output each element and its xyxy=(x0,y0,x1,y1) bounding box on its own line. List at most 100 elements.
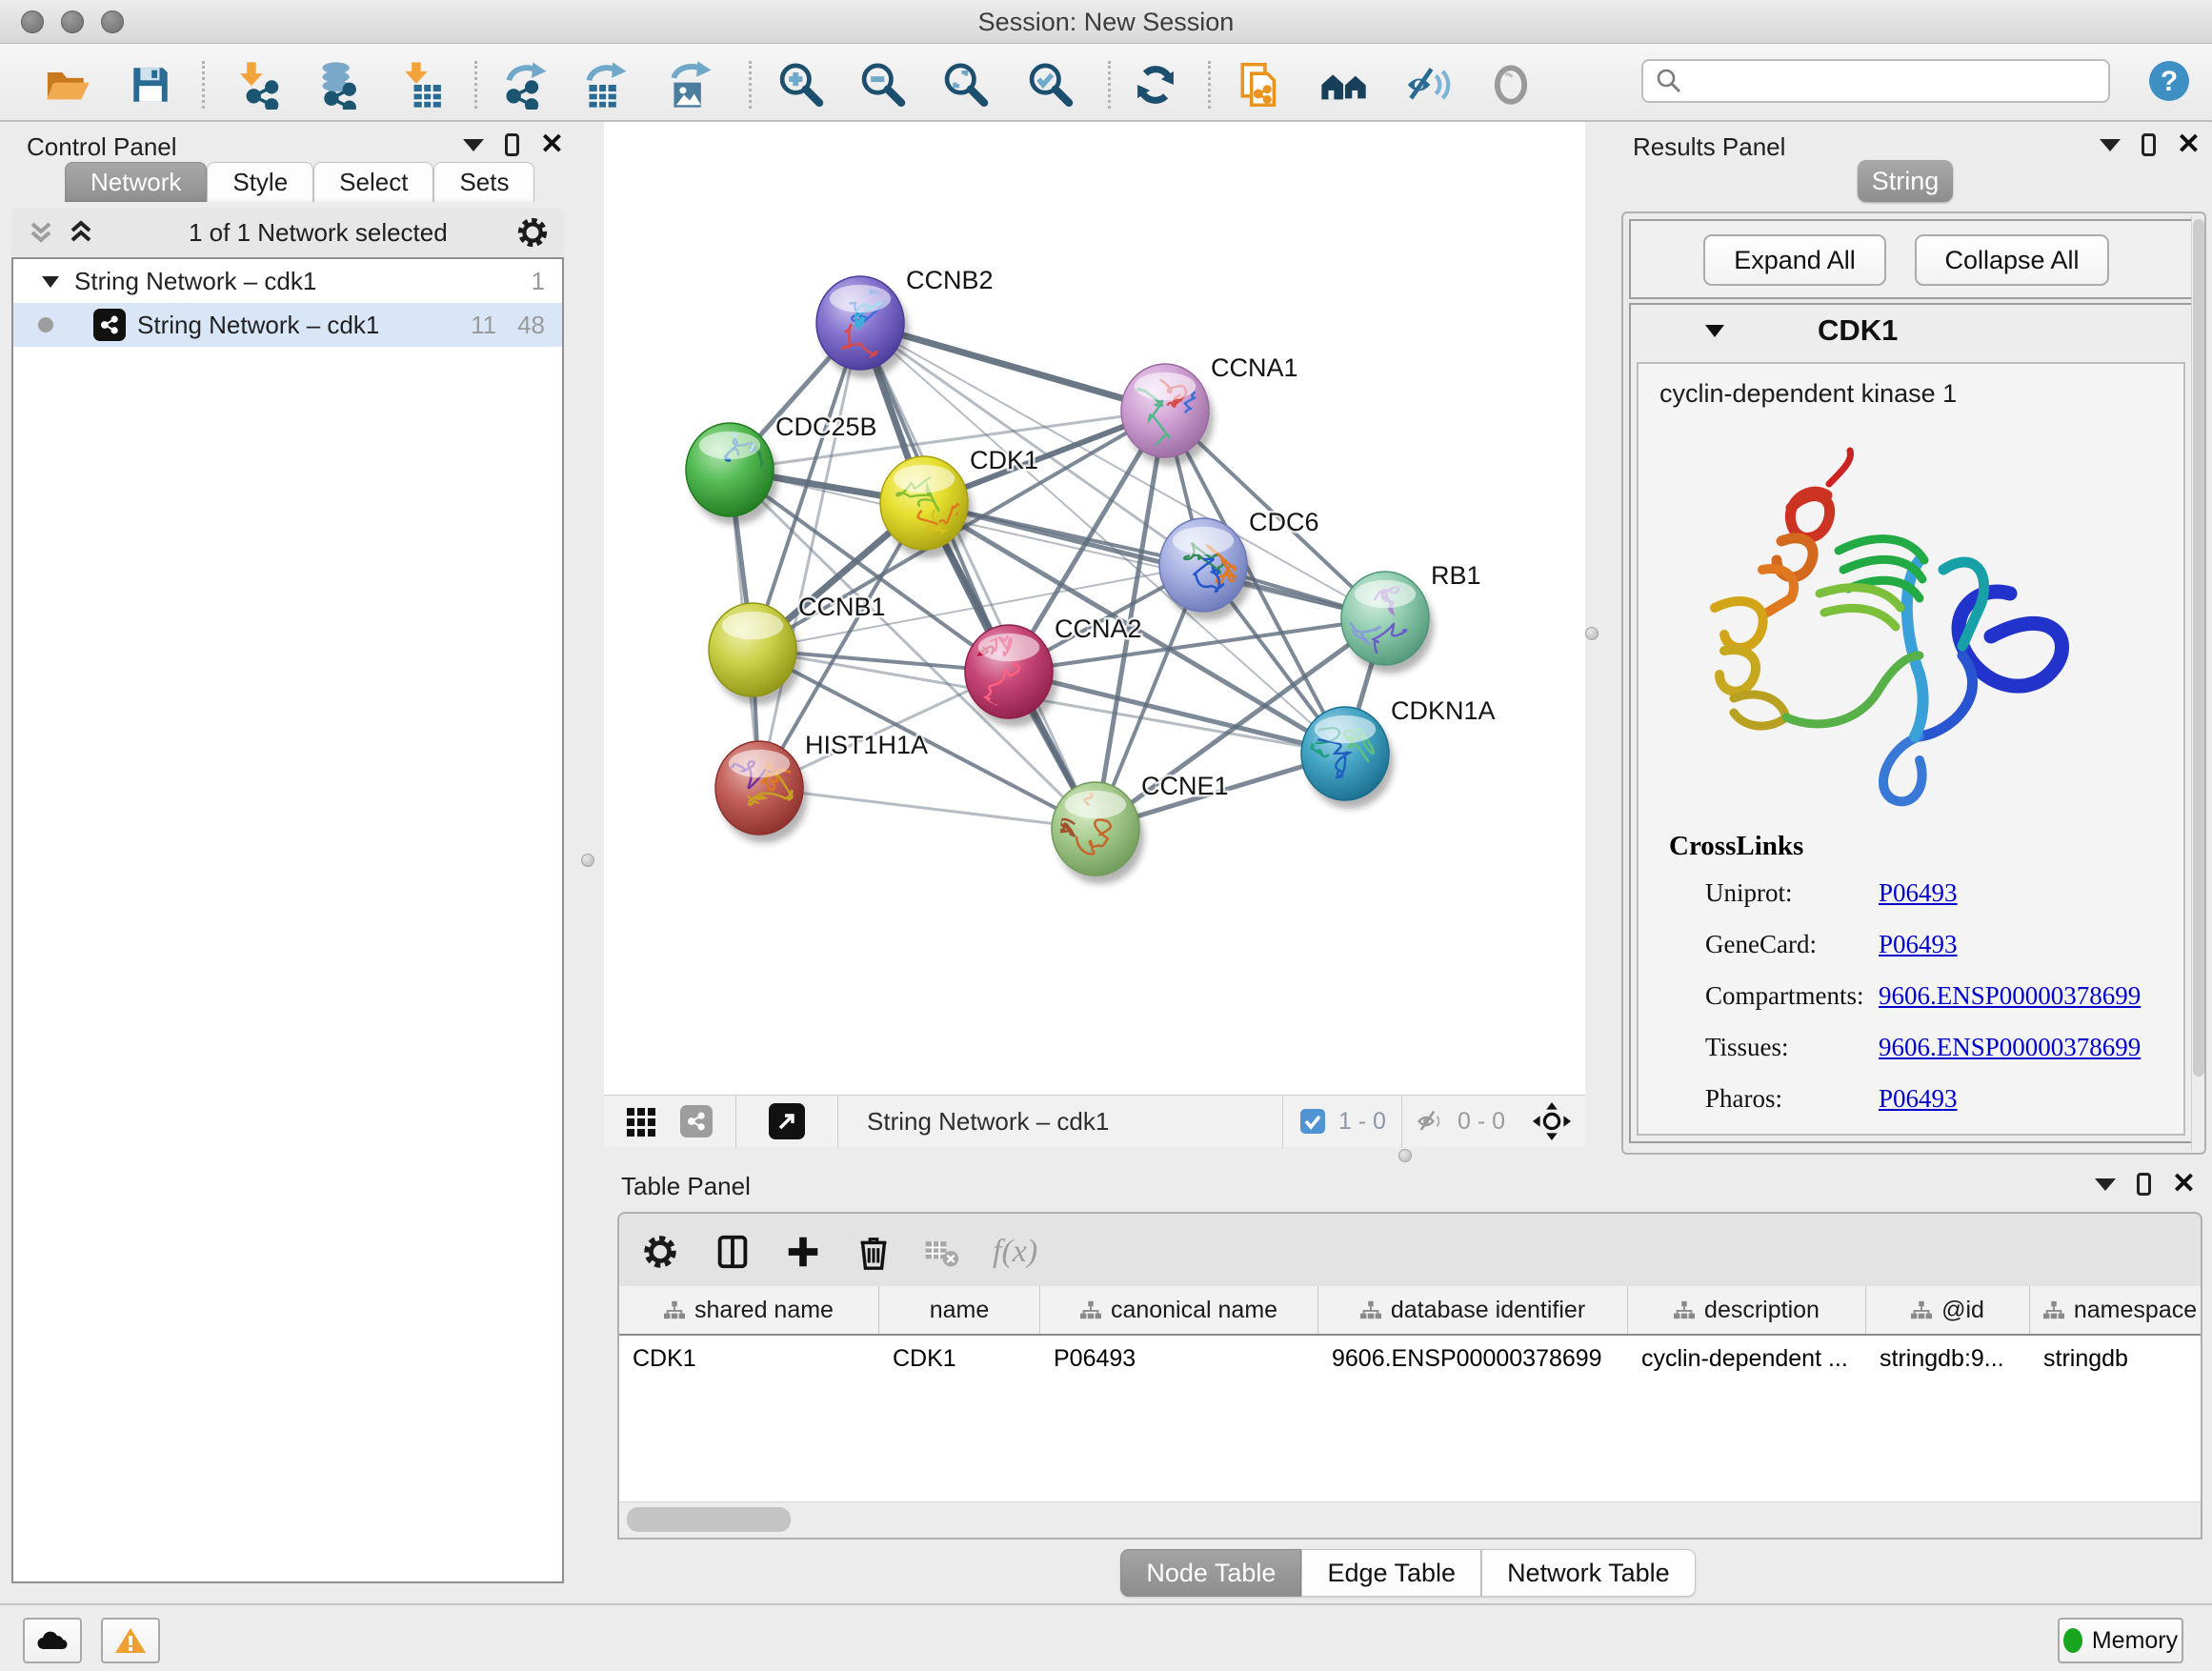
selected-count: 1 - 0 xyxy=(1338,1108,1386,1136)
home-layout-icon[interactable] xyxy=(1317,58,1371,111)
panel-float-icon[interactable] xyxy=(505,133,519,156)
panel-close-icon[interactable]: ✕ xyxy=(2172,1173,2196,1196)
panel-menu-icon[interactable] xyxy=(2100,139,2121,151)
results-scrollbar[interactable] xyxy=(2191,215,2204,1151)
zoom-selected-icon[interactable] xyxy=(1023,58,1076,111)
panel-close-icon[interactable]: ✕ xyxy=(540,133,564,156)
zoom-fit-icon[interactable] xyxy=(938,58,992,111)
table-cell[interactable]: cyclin-dependent ... xyxy=(1628,1336,1866,1381)
table-cell[interactable]: 9606.ENSP00000378699 xyxy=(1318,1336,1628,1381)
crosslink-link[interactable]: P06493 xyxy=(1879,930,1958,981)
column-header-database-identifier[interactable]: database identifier xyxy=(1318,1286,1628,1334)
export-image-icon[interactable] xyxy=(663,58,716,111)
fit-selected-crosshair-icon[interactable] xyxy=(1532,1101,1572,1141)
save-session-icon[interactable] xyxy=(124,58,177,111)
tab-sets[interactable]: Sets xyxy=(433,162,534,202)
table-cell[interactable]: CDK1 xyxy=(879,1336,1040,1381)
table-cell[interactable]: CDK1 xyxy=(619,1336,879,1381)
column-header-description[interactable]: description xyxy=(1628,1286,1866,1334)
tab-node-table[interactable]: Node Table xyxy=(1120,1549,1301,1597)
tab-network[interactable]: Network xyxy=(65,162,207,202)
network-collection-row[interactable]: String Network – cdk1 1 xyxy=(13,259,562,303)
tab-style[interactable]: Style xyxy=(207,162,313,202)
crosslink-link[interactable]: P06493 xyxy=(1879,878,1958,930)
node-HIST1H1A[interactable]: HIST1H1A xyxy=(714,731,928,843)
network-snapshot-icon[interactable] xyxy=(1233,58,1286,111)
hide-selected-icon[interactable] xyxy=(1401,58,1455,111)
zoom-in-icon[interactable] xyxy=(774,58,827,111)
crosslink-link[interactable]: 9606.ENSP00000378699 xyxy=(1879,1033,2141,1084)
table-cell[interactable]: stringdb:9... xyxy=(1866,1336,2030,1381)
panel-menu-icon[interactable] xyxy=(463,139,484,151)
delete-column-icon[interactable] xyxy=(854,1232,894,1272)
results-scrollbar-thumb[interactable] xyxy=(2193,219,2204,1077)
node-CDK1[interactable]: CDK1 xyxy=(880,446,1038,558)
svg-text:?: ? xyxy=(2161,66,2178,97)
table-hscrollbar-thumb[interactable] xyxy=(627,1507,791,1532)
network-options-gear-icon[interactable] xyxy=(514,214,551,251)
panel-float-icon[interactable] xyxy=(2137,1173,2151,1196)
table-cell[interactable]: P06493 xyxy=(1040,1336,1318,1381)
node-CDC6[interactable]: CDC6 xyxy=(1159,508,1319,620)
column-header--id[interactable]: @id xyxy=(1866,1286,2030,1334)
gene-collapse-icon[interactable] xyxy=(1703,321,1726,340)
export-network-icon[interactable] xyxy=(498,58,552,111)
collection-expand-icon[interactable] xyxy=(40,272,61,290)
node-CDKN1A[interactable]: CDKN1A xyxy=(1301,696,1496,809)
bottom-splitter-handle[interactable] xyxy=(1398,1149,1412,1162)
table-tabs: Node TableEdge TableNetwork Table xyxy=(604,1549,2212,1597)
grid-view-icon[interactable] xyxy=(625,1104,659,1138)
right-splitter-handle[interactable] xyxy=(1585,627,1599,640)
hidden-eye-icon[interactable] xyxy=(1416,1107,1448,1136)
add-column-icon[interactable] xyxy=(783,1232,823,1272)
cloud-status-button[interactable] xyxy=(23,1618,82,1663)
import-network-file-icon[interactable] xyxy=(231,58,285,111)
memory-button[interactable]: Memory xyxy=(2058,1618,2183,1663)
tab-network-table[interactable]: Network Table xyxy=(1481,1549,1696,1597)
zoom-out-icon[interactable] xyxy=(855,58,909,111)
edge-HIST1H1A-CCNE1[interactable] xyxy=(759,788,1096,829)
column-header-canonical-name[interactable]: canonical name xyxy=(1040,1286,1318,1334)
table-body: CDK1CDK1P064939606.ENSP00000378699cyclin… xyxy=(619,1336,2201,1381)
node-CCNA1[interactable]: CCNA1 xyxy=(1121,353,1298,466)
column-header-shared-name[interactable]: shared name xyxy=(619,1286,879,1334)
expand-all-chevrons-icon[interactable] xyxy=(25,218,57,247)
open-session-icon[interactable] xyxy=(40,58,93,111)
tab-string[interactable]: String xyxy=(1858,160,1953,202)
collapse-all-chevrons-icon[interactable] xyxy=(65,218,97,247)
crosslink-link[interactable]: 9606.ENSP00000378699 xyxy=(1879,981,2141,1033)
help-icon[interactable]: ? xyxy=(2147,59,2191,103)
tab-edge-table[interactable]: Edge Table xyxy=(1301,1549,1481,1597)
table-row[interactable]: CDK1CDK1P064939606.ENSP00000378699cyclin… xyxy=(619,1336,2201,1381)
open-in-browser-icon[interactable] xyxy=(769,1103,805,1139)
network-row[interactable]: String Network – cdk1 11 48 xyxy=(13,303,562,347)
table-cell[interactable]: stringdb xyxy=(2030,1336,2201,1381)
refresh-icon[interactable] xyxy=(1129,58,1182,111)
import-table-file-icon[interactable] xyxy=(396,58,450,111)
tab-select[interactable]: Select xyxy=(313,162,433,202)
table-hscrollbar[interactable] xyxy=(619,1501,2201,1538)
crosslink-link[interactable]: P06493 xyxy=(1879,1084,1958,1136)
export-table-icon[interactable] xyxy=(578,58,632,111)
left-splitter-handle[interactable] xyxy=(581,854,594,867)
panel-float-icon[interactable] xyxy=(2142,133,2156,156)
import-network-database-icon[interactable] xyxy=(312,58,365,111)
node-table[interactable]: shared namenamecanonical namedatabase id… xyxy=(619,1286,2201,1501)
memory-status-icon xyxy=(2063,1628,2082,1653)
search-input[interactable] xyxy=(1683,68,2083,94)
panel-menu-icon[interactable] xyxy=(2095,1178,2116,1191)
show-all-icon[interactable] xyxy=(1484,58,1538,111)
gene-section-header[interactable]: CDK1 xyxy=(1629,303,2199,358)
column-header-namespace[interactable]: namespace xyxy=(2030,1286,2201,1334)
warnings-button[interactable] xyxy=(101,1618,160,1663)
node-RB1[interactable]: RB1 xyxy=(1335,561,1481,674)
show-columns-icon[interactable] xyxy=(713,1232,753,1272)
panel-close-icon[interactable]: ✕ xyxy=(2177,133,2201,156)
column-header-name[interactable]: name xyxy=(879,1286,1040,1334)
collapse-all-button[interactable]: Collapse All xyxy=(1915,234,2109,286)
selected-checkbox-icon[interactable] xyxy=(1298,1107,1327,1136)
table-options-gear-icon[interactable] xyxy=(640,1232,680,1272)
string-view-icon[interactable] xyxy=(680,1105,713,1137)
expand-all-button[interactable]: Expand All xyxy=(1703,234,1886,286)
network-canvas[interactable]: CCNB2CCNA1CDC25BCDK1CDC6RB1CCNB1CCNA2CDK… xyxy=(604,122,1585,1095)
